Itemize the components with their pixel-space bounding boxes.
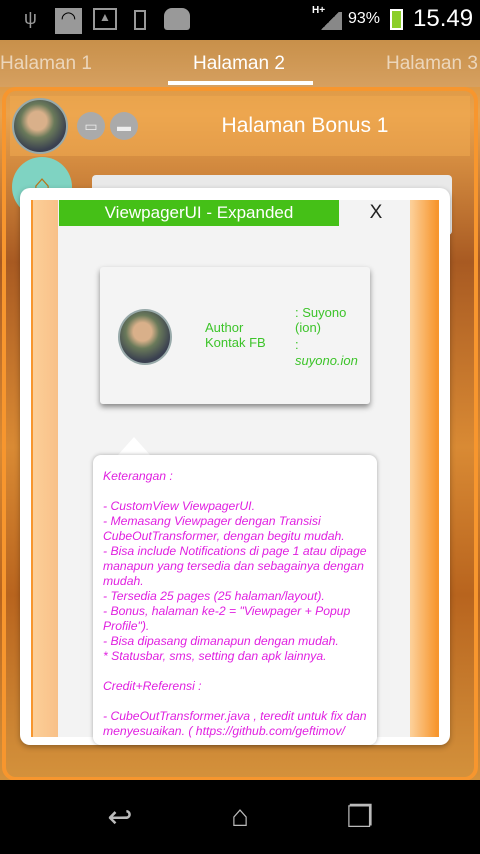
info-line: Credit+Referensi : <box>103 679 202 693</box>
info-line: - Bisa include Notifications di page 1 a… <box>103 544 367 588</box>
chat-icon[interactable]: ▬ <box>110 112 138 140</box>
info-line: - Memasang Viewpager dengan Transisi Cub… <box>103 514 345 543</box>
home-nav-icon[interactable]: ⌂ <box>215 800 265 834</box>
navigation-bar: ↩ ⌂ ❐ <box>0 780 480 854</box>
popup-title: ViewpagerUI - Expanded <box>59 200 339 226</box>
tab-halaman-2[interactable]: Halaman 2 <box>193 53 285 75</box>
avatar[interactable] <box>12 98 68 154</box>
phone-icon <box>134 10 146 30</box>
tab-halaman-1[interactable]: Halaman 1 <box>0 53 92 75</box>
profile-card: Author : Suyono (ion) Kontak FB : suyono… <box>100 267 370 404</box>
contact-value[interactable]: suyono.ion <box>295 353 358 368</box>
info-line: - CubeOutTransformer.java , teredit untu… <box>103 709 367 738</box>
tab-bar: Halaman 1 Halaman 2 Halaman 3 <box>0 40 480 87</box>
battery-percent: 93% <box>348 10 381 27</box>
info-line: - CustomView ViewpagerUI. <box>103 499 255 513</box>
battery-icon <box>390 9 403 30</box>
info-line <box>103 664 367 679</box>
info-box: Keterangan : - CustomView ViewpagerUI. - M… <box>93 455 377 745</box>
page-title: Halaman Bonus 1 <box>221 114 389 137</box>
info-line: Keterangan : <box>103 469 173 483</box>
android-icon <box>164 8 190 30</box>
tab-indicator <box>168 81 313 85</box>
author-label: Author <box>205 320 244 335</box>
clock: 15.49 <box>413 5 474 32</box>
close-button[interactable]: X <box>362 200 390 226</box>
info-line: * Statusbar, sms, setting dan apk lainny… <box>103 649 327 663</box>
back-icon[interactable]: ↩ <box>95 800 145 835</box>
info-line: - Bonus, halaman ke-2 = "Viewpager + Pop… <box>103 604 351 633</box>
info-pointer <box>118 437 150 455</box>
status-bar: ψ ◠ ▲ H+ 93% 15.49 <box>0 0 480 40</box>
screen-icon[interactable]: ▭ <box>77 112 105 140</box>
contact-colon: : <box>295 337 299 352</box>
signal-icon <box>318 12 342 30</box>
usb-icon: ψ <box>24 8 37 28</box>
info-line: - Tersedia 25 pages (25 halaman/layout). <box>103 589 325 603</box>
info-line <box>103 694 367 709</box>
info-line: - Bisa dipasang dimanapun dengan mudah. <box>103 634 339 648</box>
tab-halaman-3[interactable]: Halaman 3 <box>386 53 478 75</box>
recents-icon[interactable]: ❐ <box>335 800 385 835</box>
wifi-icon: ◠ <box>55 8 82 34</box>
profile-avatar <box>118 309 172 365</box>
image-icon: ▲ <box>93 8 117 30</box>
author-value: : Suyono (ion) <box>295 305 347 335</box>
contact-label: Kontak FB <box>205 335 266 350</box>
info-line <box>103 484 367 499</box>
